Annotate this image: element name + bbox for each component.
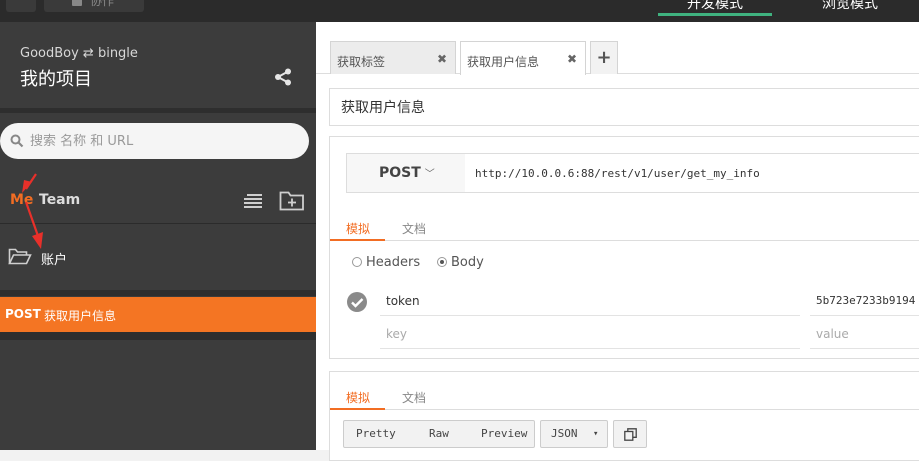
copy-button[interactable] bbox=[613, 420, 647, 448]
project-subtitle: GoodBoy ⇄ bingle bbox=[20, 46, 138, 61]
active-tab-indicator bbox=[330, 239, 385, 241]
tab-mock[interactable]: 模拟 bbox=[346, 389, 370, 406]
sort-list-icon[interactable] bbox=[243, 192, 263, 210]
close-icon[interactable]: ✖ bbox=[567, 52, 577, 66]
share-icon[interactable] bbox=[274, 68, 292, 86]
divider bbox=[380, 315, 800, 316]
format-select[interactable]: JSON ▾ bbox=[540, 420, 608, 448]
preview-button[interactable]: Preview bbox=[481, 427, 527, 440]
tab-docs[interactable]: 文档 bbox=[402, 220, 426, 237]
tab-browse-mode[interactable]: 浏览模式 bbox=[793, 0, 907, 14]
request-panel: POST﹀ 模拟 文档 Headers Body token 5b723e723… bbox=[329, 136, 919, 359]
folder-label: 账户 bbox=[41, 253, 68, 268]
format-select-value: JSON bbox=[551, 427, 578, 440]
radio-body[interactable]: Body bbox=[437, 255, 484, 270]
active-tab-indicator bbox=[330, 408, 385, 410]
divider bbox=[810, 315, 919, 316]
divider bbox=[0, 290, 316, 296]
divider bbox=[380, 348, 800, 349]
radio-dot bbox=[352, 257, 362, 267]
tab-docs[interactable]: 文档 bbox=[402, 389, 426, 406]
radio-dot bbox=[437, 257, 447, 267]
radio-headers[interactable]: Headers bbox=[352, 255, 420, 270]
main-panel: 获取标签 ✖ 获取用户信息 ✖ + POST﹀ 模拟 文档 Headers Bo… bbox=[316, 22, 919, 461]
param-key[interactable]: token bbox=[386, 294, 420, 308]
divider bbox=[0, 108, 316, 113]
api-name-input[interactable] bbox=[329, 88, 919, 126]
tab-label: 获取用户信息 bbox=[467, 55, 540, 69]
team-switch: Me Team bbox=[0, 177, 316, 223]
copy-icon bbox=[624, 428, 637, 441]
api-method-badge: POST bbox=[5, 307, 41, 321]
project-header: GoodBoy ⇄ bingle 我的项目 bbox=[0, 22, 316, 108]
search-input[interactable] bbox=[30, 123, 300, 159]
request-tabs-bar: 获取标签 ✖ 获取用户信息 ✖ + bbox=[316, 22, 919, 75]
top-bar: 协作 开发模式 浏览模式 bbox=[0, 0, 919, 22]
project-title: 我的项目 bbox=[20, 69, 92, 90]
folder-open-icon bbox=[8, 248, 32, 265]
radio-label: Body bbox=[451, 255, 484, 270]
search-box[interactable] bbox=[0, 123, 309, 159]
tab-dev-mode[interactable]: 开发模式 bbox=[658, 0, 772, 16]
divider bbox=[0, 223, 316, 224]
pretty-button[interactable]: Pretty bbox=[356, 427, 396, 440]
divider bbox=[810, 348, 919, 349]
menu-button[interactable] bbox=[6, 0, 36, 12]
team-me-tab[interactable]: Me bbox=[10, 192, 33, 208]
chevron-down-icon: ﹀ bbox=[424, 169, 435, 180]
raw-button[interactable]: Raw bbox=[429, 427, 449, 440]
user-icon bbox=[72, 0, 82, 6]
tab-mock[interactable]: 模拟 bbox=[346, 220, 370, 237]
team-team-tab[interactable]: Team bbox=[39, 192, 80, 208]
tab-get-tags[interactable]: 获取标签 ✖ bbox=[330, 41, 456, 74]
check-circle-icon[interactable] bbox=[346, 291, 368, 313]
add-tab-button[interactable]: + bbox=[590, 41, 618, 74]
api-item-label: 获取用户信息 bbox=[44, 309, 117, 323]
add-folder-icon[interactable] bbox=[279, 189, 305, 211]
radio-label: Headers bbox=[366, 255, 421, 270]
sidebar: GoodBoy ⇄ bingle 我的项目 Me Team bbox=[0, 22, 316, 450]
request-subtabs: 模拟 文档 bbox=[330, 213, 919, 241]
method-select[interactable]: POST ﹀ bbox=[346, 153, 466, 193]
collab-button[interactable]: 协作 bbox=[44, 0, 144, 12]
tab-label: 获取标签 bbox=[337, 55, 386, 69]
param-value[interactable]: 5b723e7233b9194 bbox=[816, 294, 915, 307]
method-label: POST bbox=[379, 165, 421, 181]
api-item-active[interactable]: POST 获取用户信息 bbox=[0, 297, 316, 332]
url-input[interactable] bbox=[465, 153, 919, 193]
format-button-group: Pretty Raw Preview bbox=[343, 420, 535, 448]
tab-get-user-info[interactable]: 获取用户信息 ✖ bbox=[460, 41, 586, 75]
param-key-placeholder[interactable]: key bbox=[386, 327, 407, 341]
response-panel: 模拟 文档 Pretty Raw Preview JSON ▾ bbox=[329, 371, 919, 461]
search-icon bbox=[10, 134, 24, 148]
divider bbox=[0, 332, 316, 340]
response-subtabs: 模拟 文档 bbox=[330, 382, 919, 410]
folder-item-account[interactable]: 账户 bbox=[0, 234, 316, 278]
close-icon[interactable]: ✖ bbox=[437, 52, 447, 66]
param-value-placeholder[interactable]: value bbox=[816, 327, 849, 341]
collab-label: 协作 bbox=[90, 0, 115, 8]
chevron-down-icon: ▾ bbox=[593, 429, 599, 439]
